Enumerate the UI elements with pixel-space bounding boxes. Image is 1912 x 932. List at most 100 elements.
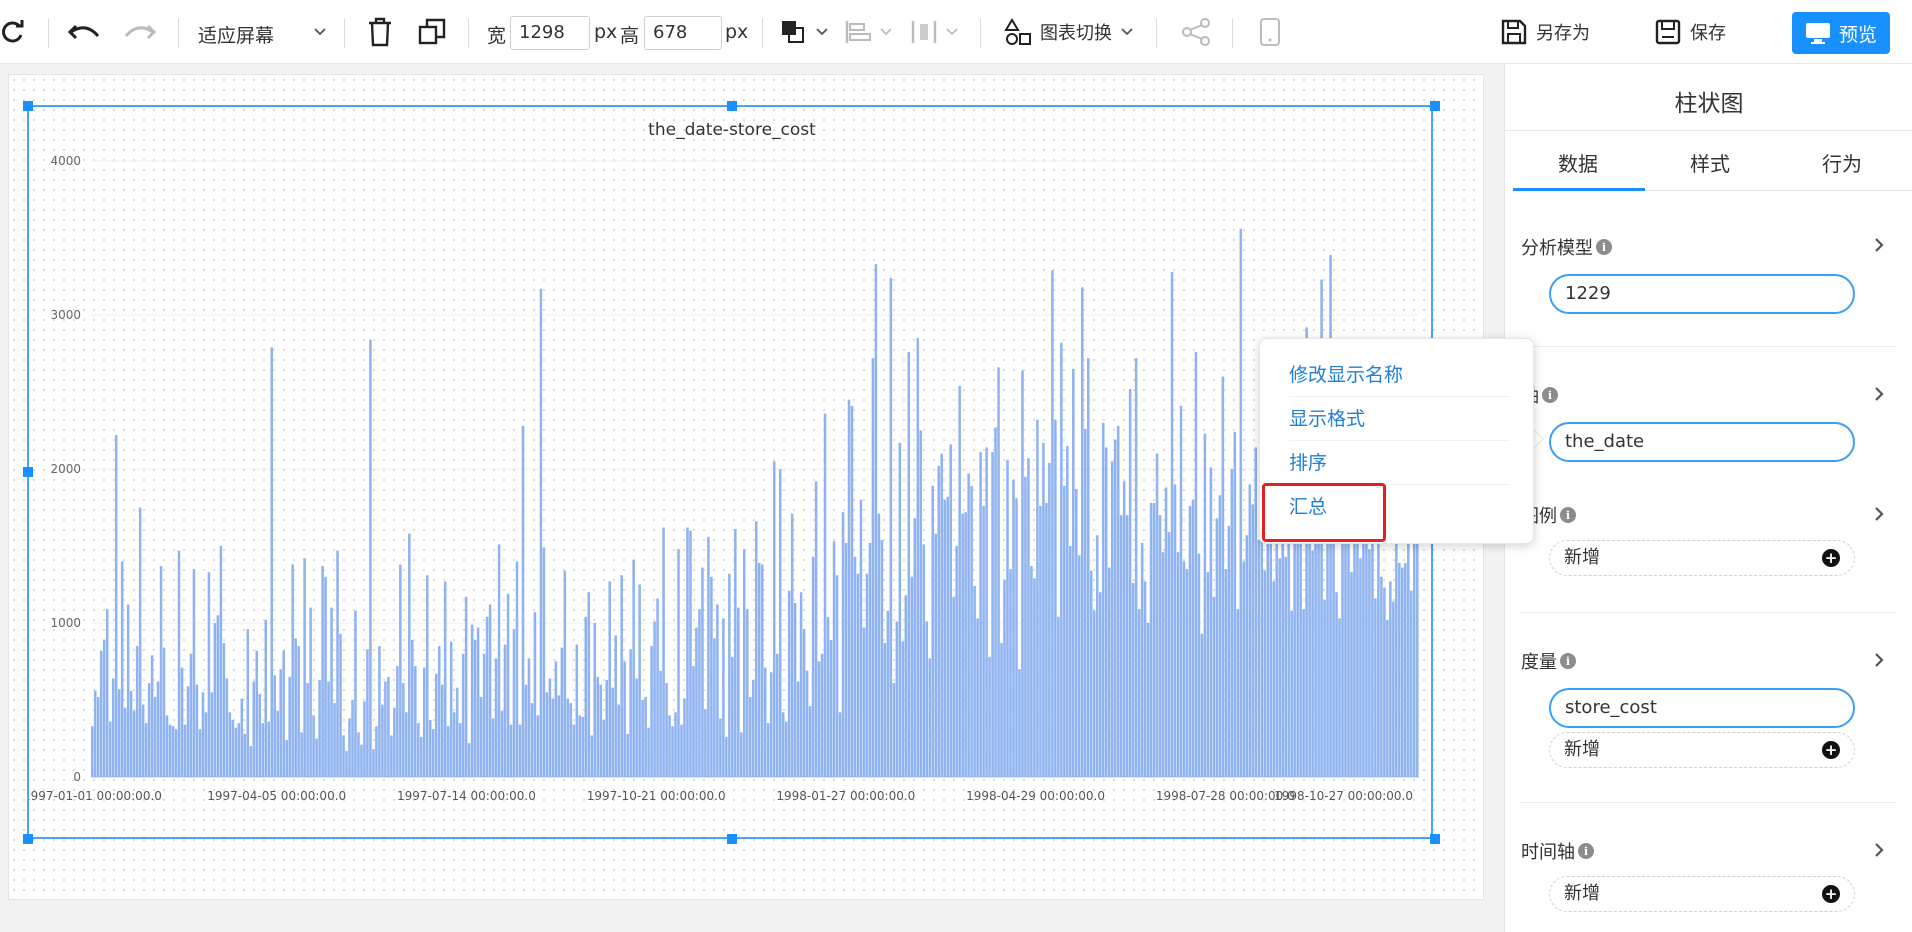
bar xyxy=(108,721,112,777)
bar xyxy=(1110,461,1114,777)
bar xyxy=(216,615,220,777)
bar xyxy=(1140,542,1144,777)
bar xyxy=(970,485,973,777)
bar xyxy=(548,678,552,777)
y-tick-label: 2000 xyxy=(50,462,81,476)
bar xyxy=(1119,515,1123,777)
menu-item-sort[interactable]: 排序 xyxy=(1289,441,1509,485)
resize-handle[interactable] xyxy=(1430,834,1440,844)
bar xyxy=(1353,521,1356,777)
resize-handle[interactable] xyxy=(23,101,33,111)
bar xyxy=(614,635,617,777)
bar xyxy=(955,546,958,777)
bar xyxy=(686,527,689,777)
bar xyxy=(1098,592,1102,777)
save-as-button[interactable]: 另存为 xyxy=(1500,14,1590,50)
bar xyxy=(312,715,315,777)
bar xyxy=(1362,535,1365,777)
bar xyxy=(279,669,282,777)
bar xyxy=(1398,562,1401,777)
chevron-down-icon[interactable] xyxy=(304,16,336,48)
bar xyxy=(710,576,713,777)
bar xyxy=(1206,572,1210,777)
menu-item-display-format[interactable]: 显示格式 xyxy=(1289,397,1509,441)
chevron-right-icon[interactable] xyxy=(1871,652,1887,668)
bar xyxy=(805,670,809,777)
refresh-icon[interactable] xyxy=(0,16,28,48)
bar xyxy=(150,655,154,777)
bar xyxy=(336,550,339,777)
bar xyxy=(225,678,229,777)
redo-icon[interactable] xyxy=(124,16,156,48)
bar xyxy=(623,661,626,777)
bar xyxy=(93,690,97,777)
save-button[interactable]: 保存 xyxy=(1654,14,1726,50)
resize-handle[interactable] xyxy=(23,467,33,477)
tab-style[interactable]: 样式 xyxy=(1645,148,1775,177)
bar xyxy=(605,679,608,777)
chevron-down-icon[interactable] xyxy=(806,16,838,48)
width-input[interactable]: 1298 xyxy=(510,16,590,50)
bar xyxy=(135,646,139,777)
bar xyxy=(1012,479,1015,777)
bar xyxy=(372,749,375,777)
copy-icon[interactable] xyxy=(416,16,448,48)
bar xyxy=(644,696,647,777)
bar xyxy=(512,629,516,777)
bar xyxy=(497,544,501,777)
chevron-right-icon[interactable] xyxy=(1871,386,1887,402)
delete-icon[interactable] xyxy=(364,16,396,48)
chevron-right-icon[interactable] xyxy=(1871,506,1887,522)
mobile-icon[interactable] xyxy=(1254,16,1286,48)
bar xyxy=(1389,581,1392,777)
model-field[interactable]: 1229 xyxy=(1549,274,1855,314)
resize-handle[interactable] xyxy=(23,834,33,844)
bar xyxy=(557,695,561,777)
bar xyxy=(282,650,285,777)
fit-screen-select[interactable]: 适应屏幕 xyxy=(198,21,274,48)
chart-switch-button[interactable]: 图表切换 xyxy=(1004,14,1134,50)
bar xyxy=(1101,422,1105,777)
bar xyxy=(982,505,985,777)
resize-handle[interactable] xyxy=(727,834,737,844)
resize-handle[interactable] xyxy=(1430,101,1440,111)
chevron-right-icon[interactable] xyxy=(1871,842,1887,858)
bar xyxy=(641,700,644,777)
chevron-right-icon[interactable] xyxy=(1871,237,1887,253)
measure-add-button[interactable]: 新增 + xyxy=(1549,732,1855,768)
preview-button[interactable]: 预览 xyxy=(1792,12,1890,54)
chevron-down-icon[interactable] xyxy=(870,16,902,48)
height-label: 高 xyxy=(620,25,640,47)
monitor-icon xyxy=(1805,23,1830,44)
bar xyxy=(210,692,214,777)
bar xyxy=(653,621,656,777)
bar xyxy=(620,575,623,777)
bar xyxy=(656,598,659,777)
undo-icon[interactable] xyxy=(68,16,100,48)
plus-icon: + xyxy=(1822,741,1840,759)
bar xyxy=(1167,532,1171,777)
share-icon[interactable] xyxy=(1180,16,1212,48)
timeline-add-button[interactable]: 新增 + xyxy=(1549,876,1855,912)
bar xyxy=(1380,576,1383,777)
bar xyxy=(449,641,453,777)
menu-item-rename[interactable]: 修改显示名称 xyxy=(1289,353,1509,397)
bar xyxy=(593,623,597,777)
tab-behavior[interactable]: 行为 xyxy=(1777,148,1907,177)
bar xyxy=(1072,368,1075,777)
bar xyxy=(381,704,384,777)
resize-handle[interactable] xyxy=(727,101,737,111)
axis-field[interactable]: the_date xyxy=(1549,422,1855,462)
legend-add-button[interactable]: 新增 + xyxy=(1549,540,1855,576)
tab-data[interactable]: 数据 xyxy=(1513,148,1643,177)
chevron-down-icon[interactable] xyxy=(936,16,968,48)
bar xyxy=(683,698,686,777)
bar xyxy=(1021,370,1024,777)
bar xyxy=(734,529,737,777)
measure-field[interactable]: store_cost xyxy=(1549,688,1855,728)
height-input[interactable]: 678 xyxy=(644,16,722,50)
bar xyxy=(841,512,845,777)
bar xyxy=(665,683,668,777)
chart-widget[interactable]: the_date-store_cost 0 1000 2000 3000 4000 1997… xyxy=(27,105,1433,839)
info-icon: i xyxy=(1560,653,1576,669)
